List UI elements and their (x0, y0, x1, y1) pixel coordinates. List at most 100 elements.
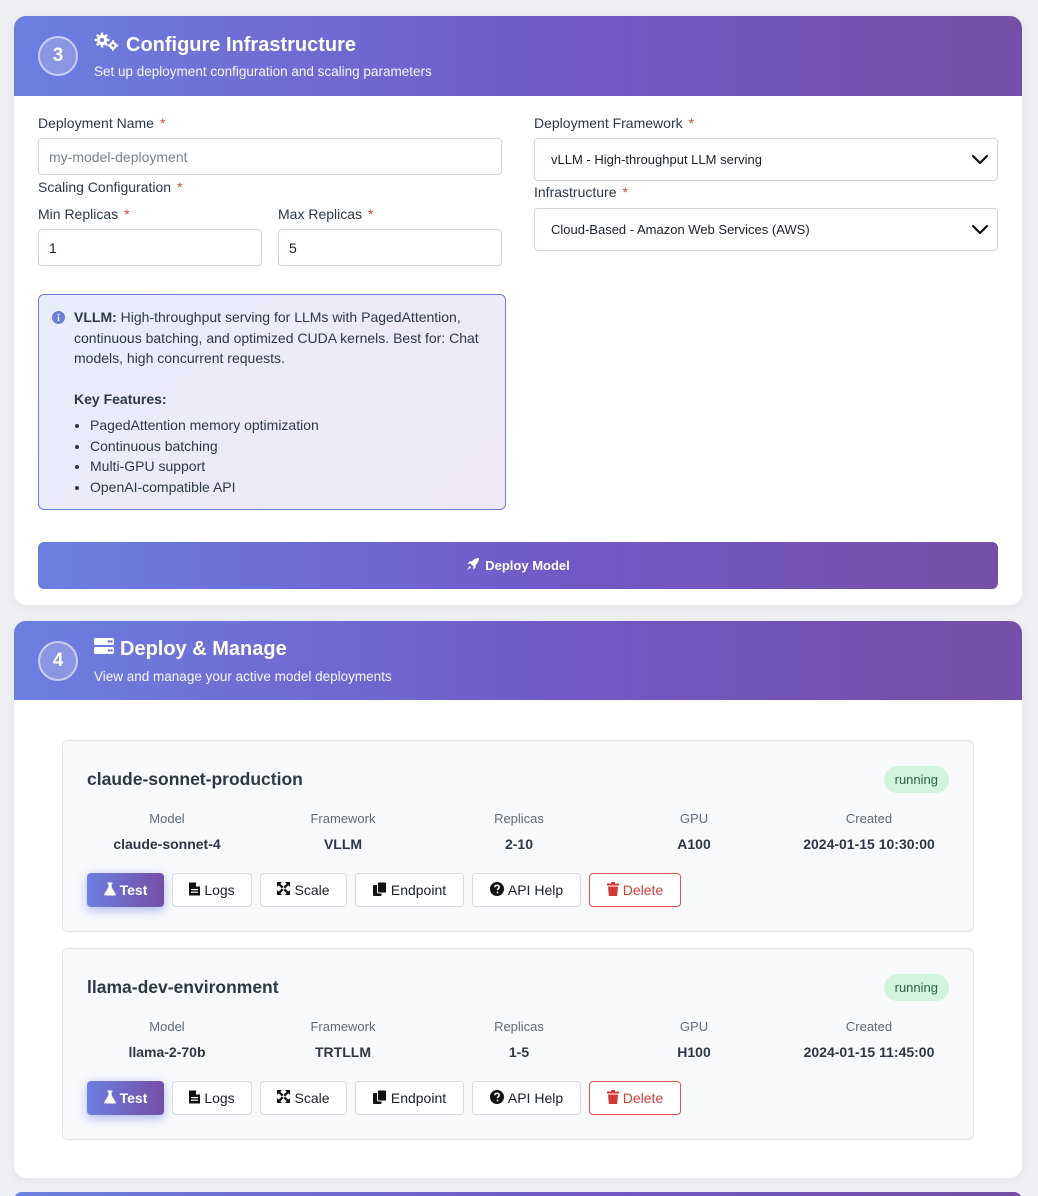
stat-framework: Framework VLLM (255, 811, 431, 852)
next-section-header-edge (14, 1192, 1022, 1196)
framework-description: VLLM: High-throughput serving for LLMs w… (74, 307, 491, 369)
flask-icon (103, 1090, 116, 1107)
infrastructure-select-value: Cloud-Based - Amazon Web Services (AWS) (551, 222, 810, 237)
stat-replicas: Replicas 2-10 (431, 811, 607, 852)
step-number: 4 (38, 641, 78, 681)
file-icon (189, 882, 201, 899)
stat-label: Replicas (494, 811, 544, 826)
deployment-card: claude-sonnet-production running Model c… (62, 740, 974, 932)
stat-value: llama-2-70b (128, 1044, 206, 1060)
expand-arrows-icon (277, 1090, 291, 1106)
deployment-name: llama-dev-environment (87, 977, 279, 997)
chevron-down-icon (971, 151, 989, 172)
scaling-configuration-label: Scaling Configuration * (38, 179, 183, 195)
infrastructure-label: Infrastructure * (534, 184, 628, 200)
test-label: Test (119, 1090, 148, 1106)
file-icon (189, 1090, 201, 1107)
stat-created: Created 2024-01-15 11:45:00 (781, 1019, 957, 1060)
question-circle-icon (489, 1089, 504, 1107)
step-number: 3 (38, 36, 78, 76)
endpoint-label: Endpoint (390, 1090, 447, 1106)
logs-button[interactable]: Logs (172, 873, 252, 907)
framework-label: Deployment Framework * (534, 115, 695, 131)
min-replicas-input[interactable] (38, 229, 262, 266)
status-badge: running (883, 766, 949, 793)
api-help-button[interactable]: API Help (472, 1081, 581, 1115)
logs-label: Logs (204, 1090, 235, 1106)
framework-select[interactable]: vLLM - High-throughput LLM serving (534, 138, 998, 181)
feature-item: PagedAttention memory optimization (90, 415, 491, 436)
delete-button[interactable]: Delete (589, 873, 681, 907)
scale-button[interactable]: Scale (260, 1081, 347, 1115)
trash-icon (606, 1089, 619, 1107)
framework-info-name: VLLM: (74, 309, 117, 325)
stat-framework: Framework TRTLLM (255, 1019, 431, 1060)
stat-label: Framework (310, 1019, 376, 1034)
copy-icon (372, 881, 387, 899)
test-button[interactable]: Test (87, 873, 164, 907)
stat-value: claude-sonnet-4 (113, 836, 221, 852)
stat-label: Framework (310, 811, 376, 826)
stat-value: 2024-01-15 10:30:00 (803, 836, 935, 852)
section-title: Deploy & Manage (94, 637, 287, 661)
endpoint-label: Endpoint (390, 882, 447, 898)
scale-label: Scale (294, 1090, 330, 1106)
logs-label: Logs (204, 882, 235, 898)
section-title-text: Deploy & Manage (120, 637, 287, 660)
deploy-model-label: Deploy Model (485, 558, 570, 573)
deployment-card: llama-dev-environment running Model llam… (62, 948, 974, 1140)
deployment-name: claude-sonnet-production (87, 769, 303, 789)
api-help-label: API Help (507, 882, 564, 898)
stat-model: Model claude-sonnet-4 (79, 811, 255, 852)
deployment-name-label: Deployment Name * (38, 115, 166, 131)
delete-label: Delete (622, 1090, 664, 1106)
test-button[interactable]: Test (87, 1081, 164, 1115)
stat-created: Created 2024-01-15 10:30:00 (781, 811, 957, 852)
key-features-title: Key Features: (74, 390, 167, 407)
stat-label: Replicas (494, 1019, 544, 1034)
feature-item: Multi-GPU support (90, 456, 491, 477)
endpoint-button[interactable]: Endpoint (355, 1081, 464, 1115)
framework-info-text: High-throughput serving for LLMs with Pa… (74, 309, 479, 366)
test-label: Test (119, 882, 148, 898)
server-icon (94, 637, 114, 661)
configure-header: 3 Configure Infrastructure Set up deploy… (14, 16, 1022, 96)
key-features-list: PagedAttention memory optimization Conti… (74, 415, 491, 497)
stat-label: GPU (679, 811, 709, 826)
stat-gpu: GPU H100 (606, 1019, 782, 1060)
feature-item: OpenAI-compatible API (90, 477, 491, 498)
scale-button[interactable]: Scale (260, 873, 347, 907)
stat-value: A100 (677, 836, 711, 852)
delete-label: Delete (622, 882, 664, 898)
stat-model: Model llama-2-70b (79, 1019, 255, 1060)
expand-arrows-icon (277, 882, 291, 898)
flask-icon (103, 882, 116, 899)
stat-value: 2-10 (504, 836, 534, 852)
stat-value: TRTLLM (315, 1044, 371, 1060)
deploy-manage-card: 4 Deploy & Manage View and manage your a… (14, 621, 1022, 1178)
stat-value: 2024-01-15 11:45:00 (803, 1044, 935, 1060)
min-replicas-label: Min Replicas * (38, 206, 130, 222)
stat-value: 1-5 (508, 1044, 530, 1060)
cogs-icon (94, 32, 120, 58)
api-help-button[interactable]: API Help (472, 873, 581, 907)
scale-label: Scale (294, 882, 330, 898)
delete-button[interactable]: Delete (589, 1081, 681, 1115)
max-replicas-input[interactable] (278, 229, 502, 266)
feature-item: Continuous batching (90, 436, 491, 457)
manage-header: 4 Deploy & Manage View and manage your a… (14, 621, 1022, 700)
stat-label: Created (845, 1019, 893, 1034)
stat-replicas: Replicas 1-5 (431, 1019, 607, 1060)
endpoint-button[interactable]: Endpoint (355, 873, 464, 907)
rocket-icon (466, 557, 480, 574)
section-title-text: Configure Infrastructure (126, 33, 357, 56)
infrastructure-select[interactable]: Cloud-Based - Amazon Web Services (AWS) (534, 208, 998, 251)
logs-button[interactable]: Logs (172, 1081, 252, 1115)
section-subtitle: View and manage your active model deploy… (94, 669, 392, 684)
question-circle-icon (489, 881, 504, 899)
stat-value: H100 (677, 1044, 711, 1060)
deploy-model-button[interactable]: Deploy Model (38, 542, 998, 589)
deployment-name-input[interactable] (38, 138, 502, 175)
stat-value: VLLM (323, 836, 363, 852)
status-badge: running (883, 974, 949, 1001)
